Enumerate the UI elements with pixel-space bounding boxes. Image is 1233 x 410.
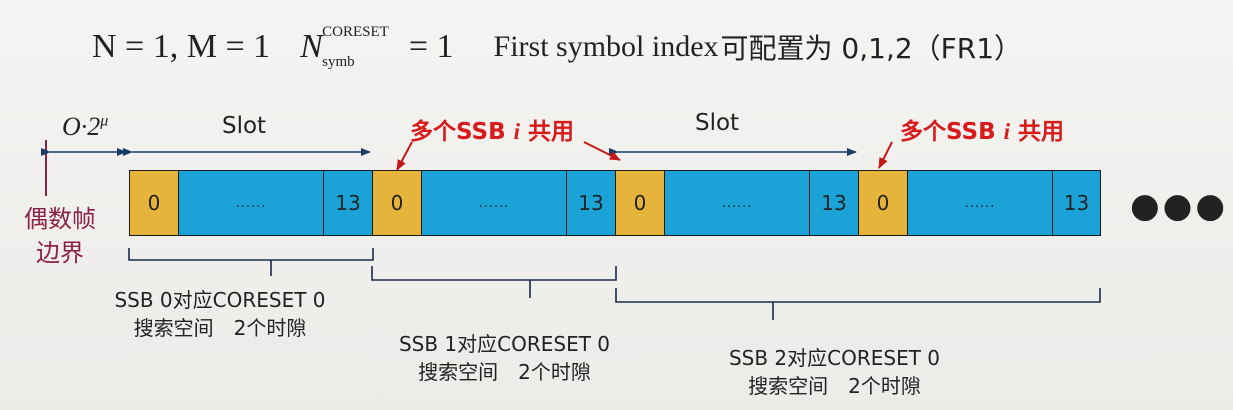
shared-arrow-2 (583, 141, 621, 161)
ssb0-brace (128, 248, 374, 276)
ssb2-caption: SSB 2对应CORESET 0 搜索空间 2个时隙 (728, 346, 941, 398)
ssb2-brace (615, 288, 1101, 320)
shared-arrow-1 (396, 141, 413, 171)
ssb0-caption: SSB 0对应CORESET 0 搜索空间 2个时隙 (114, 288, 326, 340)
shared-arrow-3 (878, 141, 893, 169)
ssb1-brace (371, 266, 617, 298)
ssb1-caption: SSB 1对应CORESET 0 搜索空间 2个时隙 (398, 332, 611, 384)
